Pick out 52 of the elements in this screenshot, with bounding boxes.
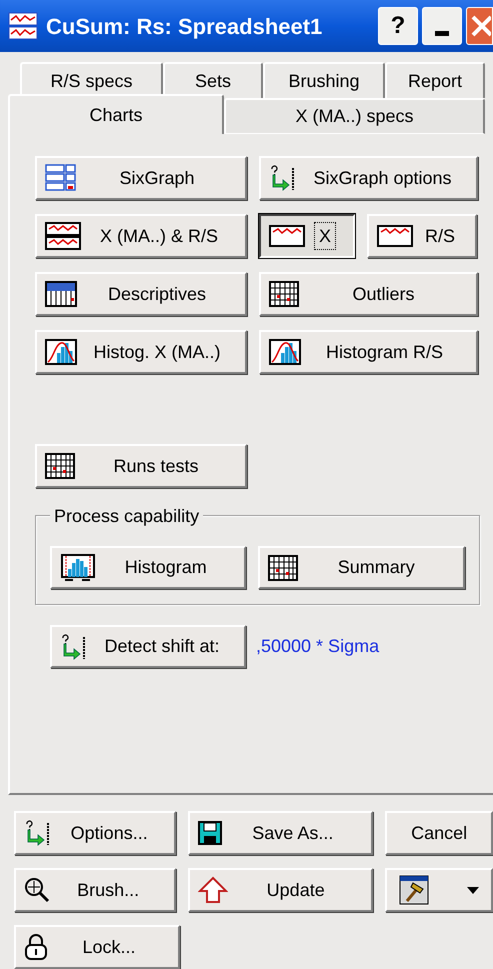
button[interactable]: Lock... <box>14 925 180 969</box>
table-icon <box>45 453 75 479</box>
button[interactable]: Cancel <box>385 811 493 855</box>
button[interactable]: Descriptives <box>35 272 247 316</box>
button[interactable]: Options... <box>14 811 176 855</box>
histogram-icon <box>269 339 301 365</box>
tab[interactable]: Sets <box>163 62 263 98</box>
histogram-icon <box>60 552 96 582</box>
histogram-icon <box>45 339 77 365</box>
arrow-icon <box>60 634 88 660</box>
button[interactable]: Histog. X (MA..) <box>35 330 247 374</box>
table-icon <box>268 554 298 580</box>
close-icon <box>471 15 491 37</box>
button[interactable]: Histogram <box>50 546 246 589</box>
help-button[interactable]: ? <box>378 7 418 45</box>
line-chart-icon <box>269 222 305 250</box>
grid-chart-icon <box>45 164 77 192</box>
table-icon <box>269 281 299 307</box>
magnifier-icon <box>24 877 50 903</box>
close-button[interactable] <box>466 7 493 45</box>
tab[interactable]: X (MA..) specs <box>224 98 485 134</box>
caret-icon <box>467 886 480 894</box>
shift-value: ,50000 * Sigma <box>256 635 380 658</box>
button[interactable]: X (MA..) & R/S <box>35 214 247 258</box>
button[interactable]: Update <box>188 868 374 912</box>
tab[interactable]: Report <box>385 62 485 98</box>
minimize-button[interactable] <box>422 7 462 45</box>
button[interactable]: Outliers <box>259 272 478 316</box>
lock-icon <box>24 933 48 961</box>
hammer-icon <box>399 875 430 905</box>
arrow-icon <box>269 165 297 191</box>
button[interactable]: Detect shift at: <box>50 625 246 668</box>
button[interactable]: Histogram R/S <box>259 330 478 374</box>
app-icon <box>8 11 38 41</box>
tools-dropdown[interactable] <box>385 868 493 912</box>
button[interactable]: Brush... <box>14 868 176 912</box>
button[interactable]: Save As... <box>188 811 374 855</box>
button[interactable]: R/S <box>367 214 477 258</box>
line-chart-icon <box>377 222 413 250</box>
window-title: CuSum: Rs: Spreadsheet1 <box>46 12 322 41</box>
button[interactable]: Summary <box>258 546 465 589</box>
button[interactable]: X <box>259 214 355 258</box>
button[interactable]: SixGraph <box>35 156 247 200</box>
button[interactable]: Runs tests <box>35 444 247 488</box>
up-arrow-icon <box>198 876 228 904</box>
arrow-icon <box>24 820 52 846</box>
button[interactable]: SixGraph options <box>259 156 478 200</box>
line-chart-icon <box>45 222 81 250</box>
tab[interactable]: Brushing <box>263 62 385 98</box>
minimize-icon <box>435 31 449 36</box>
table-icon <box>45 281 77 307</box>
tab[interactable]: Charts <box>8 94 224 134</box>
